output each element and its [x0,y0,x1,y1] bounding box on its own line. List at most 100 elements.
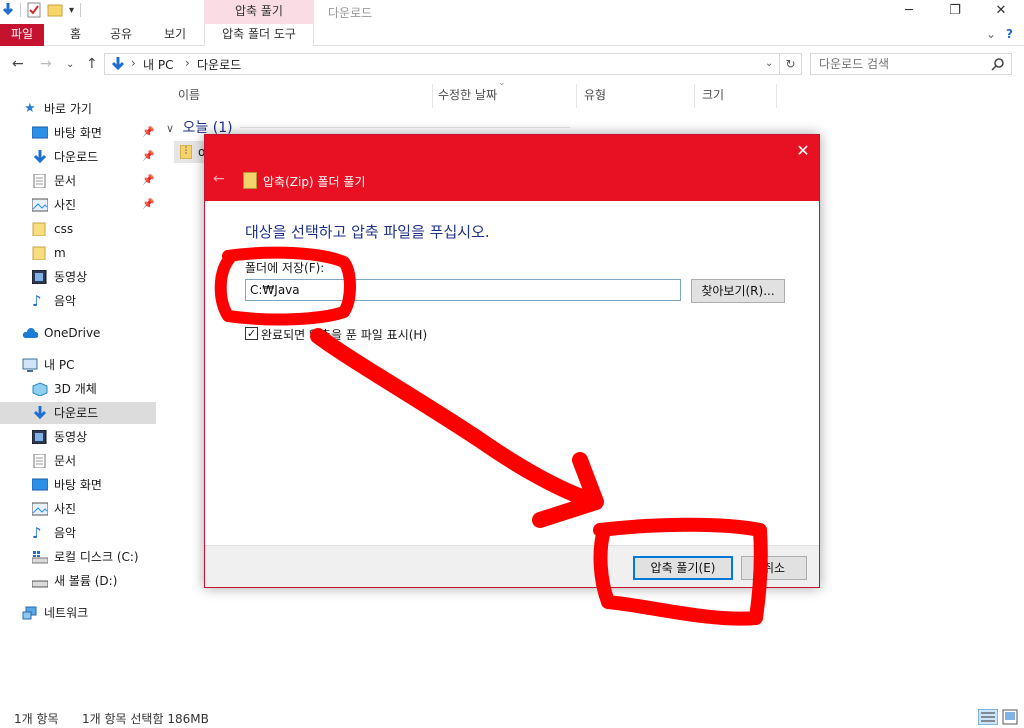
sidebar-item-label: 3D 개체 [54,382,97,396]
sidebar-item-label: m [54,246,66,260]
help-icon[interactable]: ? [996,24,1023,46]
collapse-chevron-icon: ∨ [166,122,175,135]
sidebar-item-label: 음악 [54,526,77,540]
column-header-type[interactable]: 유형 [584,86,606,106]
back-arrow-icon[interactable]: ← [213,171,225,187]
sidebar-item-documents-pc[interactable]: 문서 [0,450,156,472]
sidebar-item-videos[interactable]: 동영상 [0,266,156,288]
extract-button[interactable]: 압축 풀기(E) [633,556,733,580]
column-header-name[interactable]: 이름 [178,86,200,106]
tab-view[interactable]: 보기 [154,24,196,46]
download-arrow-icon[interactable] [2,2,14,18]
tab-file[interactable]: 파일 [0,24,44,46]
breadcrumb-this-pc[interactable]: 내 PC [143,56,173,73]
tab-home[interactable]: 홈 [60,24,91,46]
column-divider[interactable] [576,84,577,108]
show-files-label[interactable]: 완료되면 압축을 푼 파일 표시(H) [261,326,427,343]
sidebar-item-onedrive[interactable]: OneDrive [0,322,156,344]
sidebar-item-label: 사진 [54,502,77,516]
sidebar-item-quick-access[interactable]: ★ 바로 가기 [0,98,156,120]
address-dropdown-icon[interactable]: ⌄ [765,58,773,69]
sidebar-item-pictures[interactable]: 사진 📌 [0,194,156,216]
sidebar-item-pictures-pc[interactable]: 사진 [0,498,156,520]
dialog-header: ✕ ← 압축(Zip) 폴더 풀기 [205,135,819,201]
pin-icon: 📌 [142,199,155,210]
sidebar-item-label: css [54,222,74,236]
music-note-icon: ♪ [32,524,42,542]
sidebar-item-downloads[interactable]: 다운로드 📌 [0,146,156,168]
minimize-button[interactable]: ─ [886,0,932,24]
download-folder-icon [111,57,125,71]
sidebar-item-documents[interactable]: 문서 📌 [0,170,156,192]
sidebar-item-local-disk-c[interactable]: 로컬 디스크 (C:) [0,546,156,568]
sidebar-item-label: 다운로드 [54,150,99,164]
details-view-icon[interactable] [978,709,998,725]
desktop-icon [32,126,48,139]
music-note-icon: ♪ [32,292,42,310]
sidebar-item-label: 사진 [54,198,77,212]
dialog-footer: 압축 풀기(E) 취소 [205,545,819,587]
customize-qat-icon[interactable]: ▾ [69,5,74,16]
ribbon-tabs: 파일 홈 공유 보기 압축 폴더 도구 ⌄ ? [0,24,1024,46]
drive-icon [32,580,48,588]
sidebar-item-desktop[interactable]: 바탕 화면 📌 [0,122,156,144]
search-input[interactable] [811,54,981,74]
column-divider[interactable] [432,84,433,108]
large-icons-view-icon[interactable] [1002,709,1018,725]
tab-share[interactable]: 공유 [100,24,142,46]
sidebar-item-this-pc[interactable]: 내 PC [0,354,156,376]
dialog-heading: 대상을 선택하고 압축 파일을 푸십시오. [245,223,490,241]
browse-button[interactable]: 찾아보기(R)... [691,279,785,303]
pictures-icon [32,198,48,212]
sidebar-item-volume-d[interactable]: 새 볼륨 (D:) [0,570,156,592]
pin-icon: 📌 [142,175,155,186]
back-arrow-icon[interactable]: ← [12,56,24,72]
column-divider[interactable] [776,84,777,108]
video-icon [32,270,47,284]
network-icon [22,606,37,620]
sidebar-item-label: 문서 [54,174,77,188]
sidebar-item-music-pc[interactable]: ♪ 음악 [0,522,156,544]
tab-compressed-folder-tools[interactable]: 압축 폴더 도구 [204,24,314,46]
address-bar[interactable]: › 내 PC › 다운로드 ⌄ [104,53,780,75]
sidebar-item-downloads-pc[interactable]: 다운로드 [0,402,156,424]
sidebar-item-label: 바로 가기 [44,102,92,116]
sidebar-item-m[interactable]: m [0,242,156,264]
destination-input[interactable] [246,280,676,300]
status-bar: 1개 항목 1개 항목 선택함 186MB [0,706,1024,728]
search-icon[interactable] [991,57,1005,71]
dialog-close-icon[interactable]: ✕ [791,141,815,160]
zip-file-icon [180,145,192,159]
column-header-size[interactable]: 크기 [702,86,724,106]
show-files-checkbox[interactable]: ✓ [245,327,258,340]
navigation-pane: ★ 바로 가기 바탕 화면 📌 다운로드 📌 문서 📌 사진 📌 css m 동… [0,96,156,706]
download-icon [33,150,47,164]
refresh-icon[interactable]: ↻ [780,53,802,75]
cancel-button[interactable]: 취소 [741,556,807,580]
window-title: 다운로드 [328,6,373,20]
new-folder-icon[interactable] [47,3,63,17]
close-window-button[interactable]: ✕ [978,0,1024,24]
recent-locations-icon[interactable]: ⌄ [66,59,74,70]
sidebar-item-label: 다운로드 [54,406,99,420]
sidebar-item-3d-objects[interactable]: 3D 개체 [0,378,156,400]
download-icon [33,406,47,420]
selection-info: 1개 항목 선택함 186MB [82,712,209,726]
drive-windows-icon [32,551,48,564]
column-divider[interactable] [694,84,695,108]
sidebar-item-music[interactable]: ♪ 음악 [0,290,156,312]
sidebar-item-network[interactable]: 네트워크 [0,602,156,624]
column-header-date-modified[interactable]: 수정한 날짜 [438,86,497,106]
title-bar: ▾ 압축 풀기 다운로드 ─ ❐ ✕ [0,0,1024,24]
breadcrumb-downloads[interactable]: 다운로드 [197,56,241,73]
sidebar-item-css[interactable]: css [0,218,156,240]
desktop-icon [32,478,48,491]
forward-arrow-icon[interactable]: → [40,56,52,72]
destination-label: 폴더에 저장(F): [245,261,325,275]
document-icon [33,174,46,188]
up-arrow-icon[interactable]: ↑ [86,56,98,72]
maximize-button[interactable]: ❐ [932,0,978,24]
sidebar-item-desktop-pc[interactable]: 바탕 화면 [0,474,156,496]
properties-icon[interactable] [27,2,41,18]
sidebar-item-videos-pc[interactable]: 동영상 [0,426,156,448]
